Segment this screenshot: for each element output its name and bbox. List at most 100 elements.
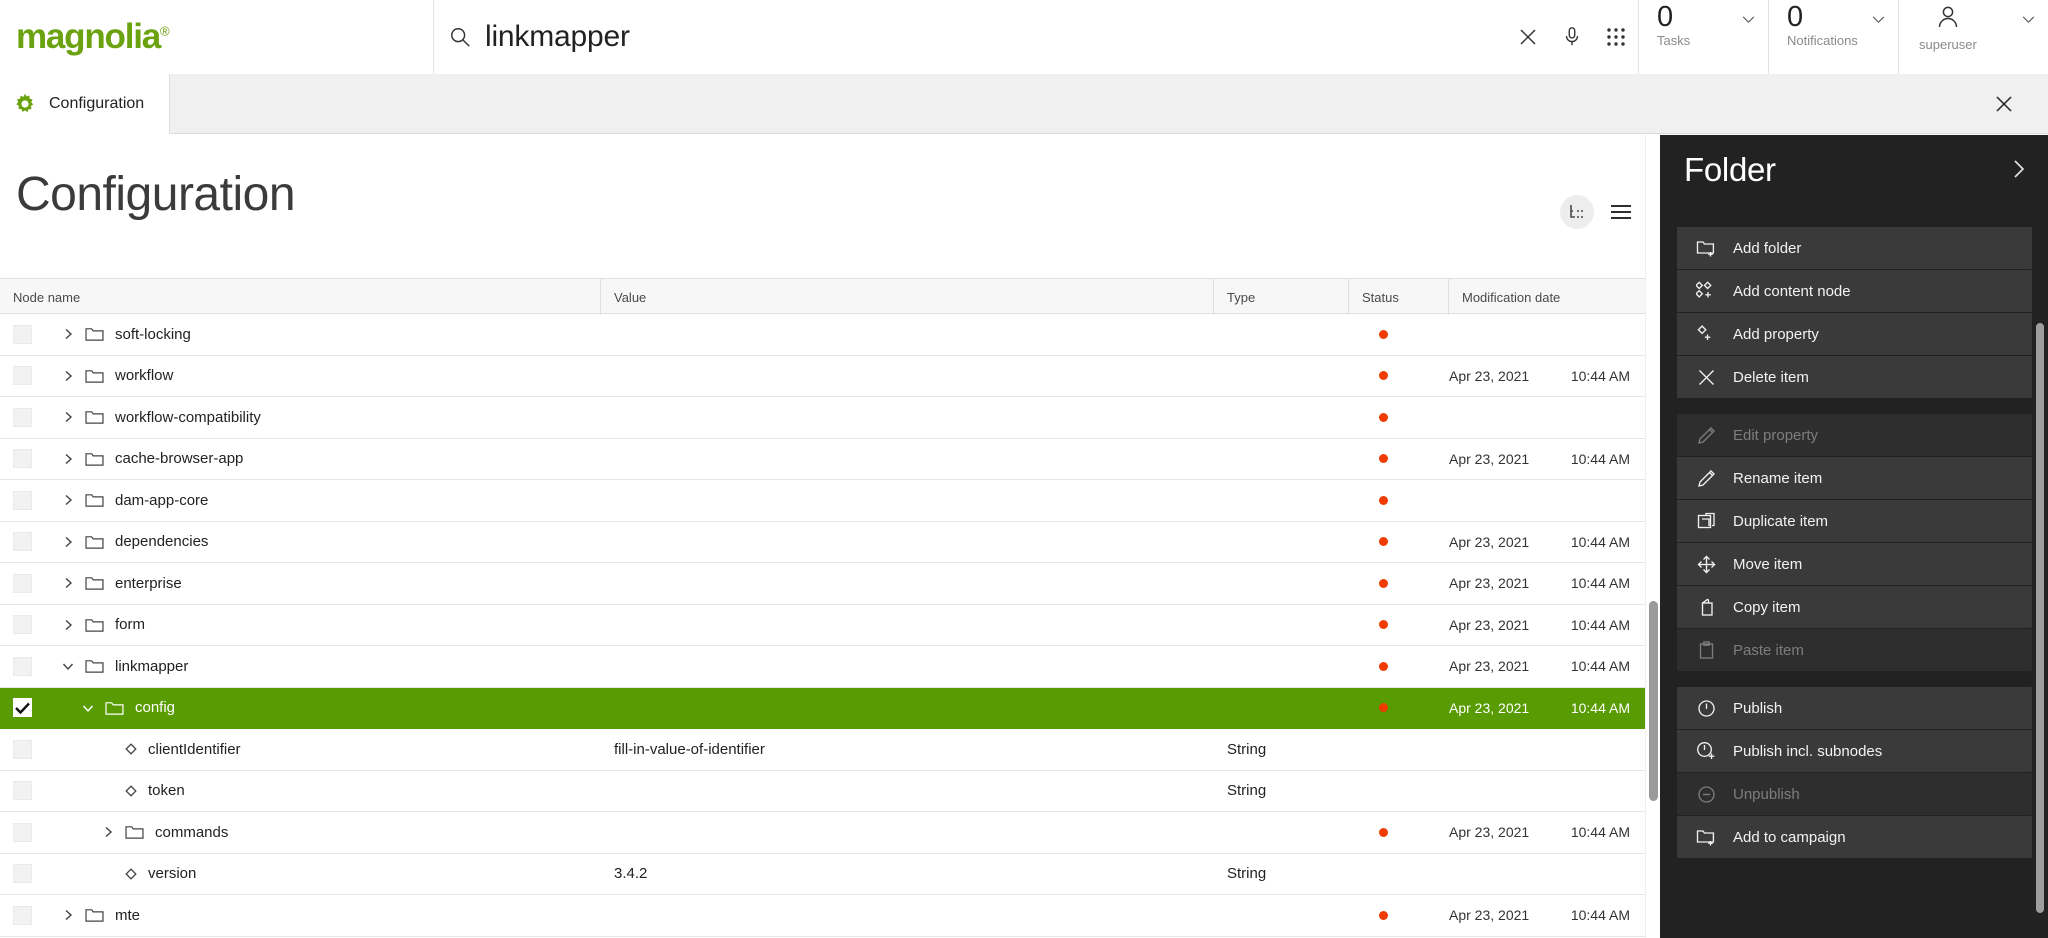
row-checkbox-cell[interactable]	[0, 324, 44, 344]
row-checkbox-cell[interactable]	[0, 656, 44, 676]
tasks-counter[interactable]: 0 Tasks	[1638, 0, 1768, 74]
row-checkbox[interactable]	[12, 864, 32, 884]
chevron-right-icon[interactable]	[62, 494, 74, 506]
table-row[interactable]: config Apr 23, 2021 10:44 AM	[0, 687, 1645, 729]
row-checkbox[interactable]	[12, 532, 32, 552]
row-node-name-cell[interactable]: enterprise	[44, 575, 601, 592]
row-node-name-cell[interactable]: version	[44, 865, 601, 882]
chevron-right-icon[interactable]	[62, 536, 74, 548]
column-header-value[interactable]: Value	[601, 279, 1214, 315]
table-row[interactable]: workflow Apr 23, 2021 10:44 AM	[0, 356, 1645, 397]
row-checkbox[interactable]	[12, 615, 32, 635]
row-node-name-cell[interactable]: token	[44, 782, 601, 799]
table-row[interactable]: form Apr 23, 2021 10:44 AM	[0, 605, 1645, 646]
row-node-name-cell[interactable]: workflow-compatibility	[44, 409, 601, 426]
row-checkbox[interactable]	[12, 573, 32, 593]
table-row[interactable]: dependencies Apr 23, 2021 10:44 AM	[0, 522, 1645, 563]
chevron-down-icon[interactable]	[62, 660, 74, 672]
row-checkbox-cell[interactable]	[0, 739, 44, 759]
voice-search-button[interactable]	[1550, 0, 1594, 74]
tree-view-button[interactable]	[1560, 195, 1594, 229]
clear-search-button[interactable]	[1506, 0, 1550, 74]
action-item-delete-item[interactable]: Delete item	[1677, 356, 2032, 398]
row-checkbox[interactable]	[12, 698, 32, 718]
row-node-name-cell[interactable]: mte	[44, 907, 601, 924]
table-row[interactable]: workflow-compatibility	[0, 397, 1645, 439]
column-header-status[interactable]: Status	[1349, 279, 1449, 315]
action-item-add-folder[interactable]: Add folder	[1677, 227, 2032, 269]
table-row[interactable]: clientIdentifier fill-in-value-of-identi…	[0, 729, 1645, 771]
notifications-counter[interactable]: 0 Notifications	[1768, 0, 1898, 74]
action-item-add-content-node[interactable]: Add content node	[1677, 270, 2032, 312]
row-node-name-cell[interactable]: dependencies	[44, 533, 601, 550]
row-checkbox-cell[interactable]	[0, 822, 44, 842]
row-checkbox-cell[interactable]	[0, 573, 44, 593]
row-node-name-cell[interactable]: cache-browser-app	[44, 450, 601, 467]
row-checkbox[interactable]	[12, 407, 32, 427]
chevron-right-icon[interactable]	[62, 577, 74, 589]
chevron-right-icon[interactable]	[62, 411, 74, 423]
row-node-name-cell[interactable]: workflow	[44, 367, 601, 384]
panel-scrollbar[interactable]	[2036, 323, 2044, 923]
chevron-right-icon[interactable]	[62, 453, 74, 465]
expand-panel-button[interactable]	[2013, 151, 2026, 184]
list-view-button[interactable]	[1604, 195, 1638, 229]
table-row[interactable]: linkmapper Apr 23, 2021 10:44 AM	[0, 646, 1645, 688]
chevron-right-icon[interactable]	[102, 826, 114, 838]
row-node-name-cell[interactable]: config	[44, 699, 601, 716]
table-row[interactable]: mte Apr 23, 2021 10:44 AM	[0, 895, 1645, 937]
row-checkbox-cell[interactable]	[0, 532, 44, 552]
table-row[interactable]: soft-locking	[0, 314, 1645, 356]
row-node-name-cell[interactable]: commands	[44, 824, 601, 841]
row-checkbox-cell[interactable]	[0, 905, 44, 925]
row-checkbox[interactable]	[12, 449, 32, 469]
action-item-duplicate-item[interactable]: Duplicate item	[1677, 500, 2032, 542]
table-row[interactable]: enterprise Apr 23, 2021 10:44 AM	[0, 563, 1645, 605]
row-checkbox-cell[interactable]	[0, 449, 44, 469]
user-menu[interactable]: superuser	[1898, 0, 2048, 74]
table-row[interactable]: commands Apr 23, 2021 10:44 AM	[0, 812, 1645, 854]
column-header-type[interactable]: Type	[1214, 279, 1349, 315]
row-node-name-cell[interactable]: form	[44, 616, 601, 633]
row-checkbox[interactable]	[12, 490, 32, 510]
search-field[interactable]: linkmapper	[434, 0, 1506, 74]
chevron-right-icon[interactable]	[62, 328, 74, 340]
row-checkbox-cell[interactable]	[0, 698, 44, 718]
action-item-publish[interactable]: Publish	[1677, 687, 2032, 729]
row-checkbox[interactable]	[12, 905, 32, 925]
table-scrollbar[interactable]	[1645, 135, 1660, 938]
action-item-add-to-campaign[interactable]: Add to campaign	[1677, 816, 2032, 858]
panel-scrollbar-thumb[interactable]	[2036, 323, 2044, 913]
row-checkbox[interactable]	[12, 656, 32, 676]
action-item-add-property[interactable]: Add property	[1677, 313, 2032, 355]
row-checkbox-cell[interactable]	[0, 490, 44, 510]
chevron-right-icon[interactable]	[62, 909, 74, 921]
row-checkbox-cell[interactable]	[0, 366, 44, 386]
action-item-copy-item[interactable]: Copy item	[1677, 586, 2032, 628]
row-checkbox[interactable]	[12, 366, 32, 386]
table-row[interactable]: token String	[0, 771, 1645, 812]
row-node-name-cell[interactable]: dam-app-core	[44, 492, 601, 509]
table-scrollbar-thumb[interactable]	[1649, 601, 1658, 801]
tab-configuration[interactable]: Configuration	[0, 74, 170, 134]
action-item-move-item[interactable]: Move item	[1677, 543, 2032, 585]
row-checkbox[interactable]	[12, 822, 32, 842]
column-header-modification-date[interactable]: Modification date	[1449, 279, 1645, 315]
table-row[interactable]: version 3.4.2 String	[0, 854, 1645, 895]
row-checkbox-cell[interactable]	[0, 864, 44, 884]
table-row[interactable]: dam-app-core	[0, 480, 1645, 522]
row-checkbox[interactable]	[12, 739, 32, 759]
row-checkbox-cell[interactable]	[0, 407, 44, 427]
row-checkbox-cell[interactable]	[0, 615, 44, 635]
brand-logo[interactable]: magnolia®	[0, 0, 434, 74]
row-node-name-cell[interactable]: soft-locking	[44, 326, 601, 343]
action-item-rename-item[interactable]: Rename item	[1677, 457, 2032, 499]
apps-launcher-button[interactable]	[1594, 0, 1638, 74]
table-row[interactable]: cache-browser-app Apr 23, 2021 10:44 AM	[0, 439, 1645, 480]
row-checkbox-cell[interactable]	[0, 781, 44, 801]
row-checkbox[interactable]	[12, 324, 32, 344]
chevron-right-icon[interactable]	[62, 370, 74, 382]
column-header-node-name[interactable]: Node name	[0, 279, 601, 315]
row-checkbox[interactable]	[12, 781, 32, 801]
row-node-name-cell[interactable]: clientIdentifier	[44, 741, 601, 758]
